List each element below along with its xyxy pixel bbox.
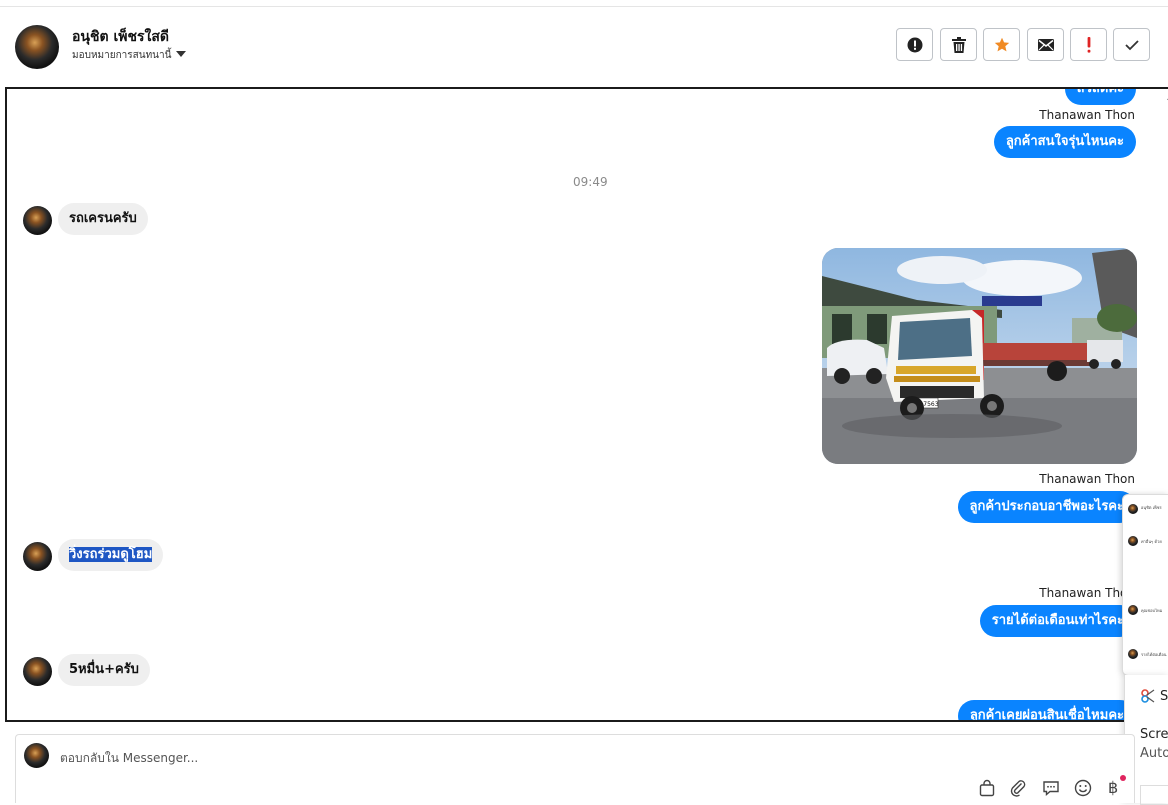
sender-name: Thanawan Thon xyxy=(1039,472,1135,486)
notification-preview-box xyxy=(1140,785,1168,805)
alert-icon xyxy=(907,37,922,52)
shop-button[interactable] xyxy=(978,779,996,797)
exclamation-icon xyxy=(1087,36,1090,53)
outgoing-message[interactable]: ลูกค้าสนใจรุ่นไหนคะ xyxy=(993,126,1136,158)
preview-text: อนุชิต เพ็ชร xyxy=(1141,505,1162,510)
mail-icon xyxy=(1037,38,1054,51)
sender-name: Thanawan Thon xyxy=(1039,586,1135,600)
notification-app-name: S xyxy=(1160,689,1168,704)
notification-dot xyxy=(1120,775,1126,781)
incoming-message[interactable]: 5หมื่น+ครับ xyxy=(58,654,150,686)
notification-title: Scree xyxy=(1140,727,1168,742)
check-icon xyxy=(1124,39,1139,50)
preview-avatar xyxy=(1128,649,1138,659)
page-avatar xyxy=(24,743,49,768)
preview-avatar xyxy=(1128,536,1138,546)
truck-photo: 87-7563 xyxy=(822,248,1137,464)
conversation-header: อนุชิต เพ็ชรใสดี มอบหมายการสนทนานี้ xyxy=(0,7,1168,86)
selected-text: วิ่งรถร่วมดูโฮม xyxy=(69,547,153,562)
payment-button[interactable]: ฿ xyxy=(1108,779,1118,797)
reply-composer[interactable]: ตอบกลับใน Messenger... ฿ xyxy=(15,734,1135,803)
message-thread[interactable]: สวัสดีคะ Thanawan Thon ลูกค้าสนใจรุ่นไหน… xyxy=(5,87,1168,722)
contact-avatar-small[interactable] xyxy=(23,206,52,235)
mark-done-button[interactable] xyxy=(1113,28,1150,61)
shopping-bag-icon xyxy=(979,779,995,797)
star-button[interactable] xyxy=(983,28,1020,61)
caret-down-icon xyxy=(176,51,187,57)
star-icon xyxy=(994,37,1009,51)
saved-replies-button[interactable] xyxy=(1042,779,1060,797)
incoming-message[interactable]: รถเครนครับ xyxy=(58,203,148,235)
trash-icon xyxy=(951,36,966,53)
message-timestamp: 09:49 xyxy=(573,175,608,189)
preview-avatar xyxy=(1128,504,1138,514)
chat-bubble-icon xyxy=(1043,781,1059,797)
preview-avatar xyxy=(1128,605,1138,615)
assign-conversation-dropdown[interactable]: มอบหมายการสนทนานี้ xyxy=(72,48,187,63)
mark-unread-button[interactable] xyxy=(1027,28,1064,61)
reply-input-placeholder[interactable]: ตอบกลับใน Messenger... xyxy=(60,749,198,768)
important-button[interactable] xyxy=(1070,28,1107,61)
preview-text: ค่าอื่นๆ ด้วย xyxy=(1141,539,1162,544)
contact-avatar-small[interactable] xyxy=(23,542,52,571)
preview-text: รายได้ต่อเดือน xyxy=(1141,652,1167,657)
notification-body: Auto xyxy=(1140,746,1168,761)
assign-label: มอบหมายการสนทนานี้ xyxy=(72,50,172,61)
emoji-button[interactable] xyxy=(1074,779,1092,797)
contact-avatar[interactable] xyxy=(15,25,59,69)
snipping-tool-icon xyxy=(1141,689,1155,703)
contact-avatar-small[interactable] xyxy=(23,657,52,686)
outgoing-message[interactable]: สวัสดีคะ xyxy=(1064,89,1136,105)
sender-name: Thanawan Thon xyxy=(1039,108,1135,122)
outgoing-message[interactable]: รายได้ต่อเดือนเท่าไรคะ xyxy=(979,605,1136,637)
top-divider xyxy=(0,0,1168,7)
preview-text: คุณชอบไหม xyxy=(1141,608,1163,613)
outgoing-message[interactable]: ลูกค้าเคยผ่อนสินเชื่อไหมคะ xyxy=(957,700,1136,720)
thumbnail-preview-popup[interactable]: อนุชิต เพ็ชร ค่าอื่นๆ ด้วย คุณชอบไหม ราย… xyxy=(1122,494,1168,676)
delete-button[interactable] xyxy=(940,28,977,61)
incoming-message[interactable]: วิ่งรถร่วมดูโฮม xyxy=(58,539,164,571)
truck-photo-attachment[interactable]: 87-7563 xyxy=(822,248,1137,464)
contact-name[interactable]: อนุชิต เพ็ชรใสดี xyxy=(72,26,169,48)
smiley-icon xyxy=(1074,779,1092,797)
attach-button[interactable] xyxy=(1009,779,1027,797)
paperclip-icon xyxy=(1010,780,1026,797)
outgoing-message[interactable]: ลูกค้าประกอบอาชีพอะไรคะ xyxy=(957,491,1136,523)
report-button[interactable] xyxy=(896,28,933,61)
